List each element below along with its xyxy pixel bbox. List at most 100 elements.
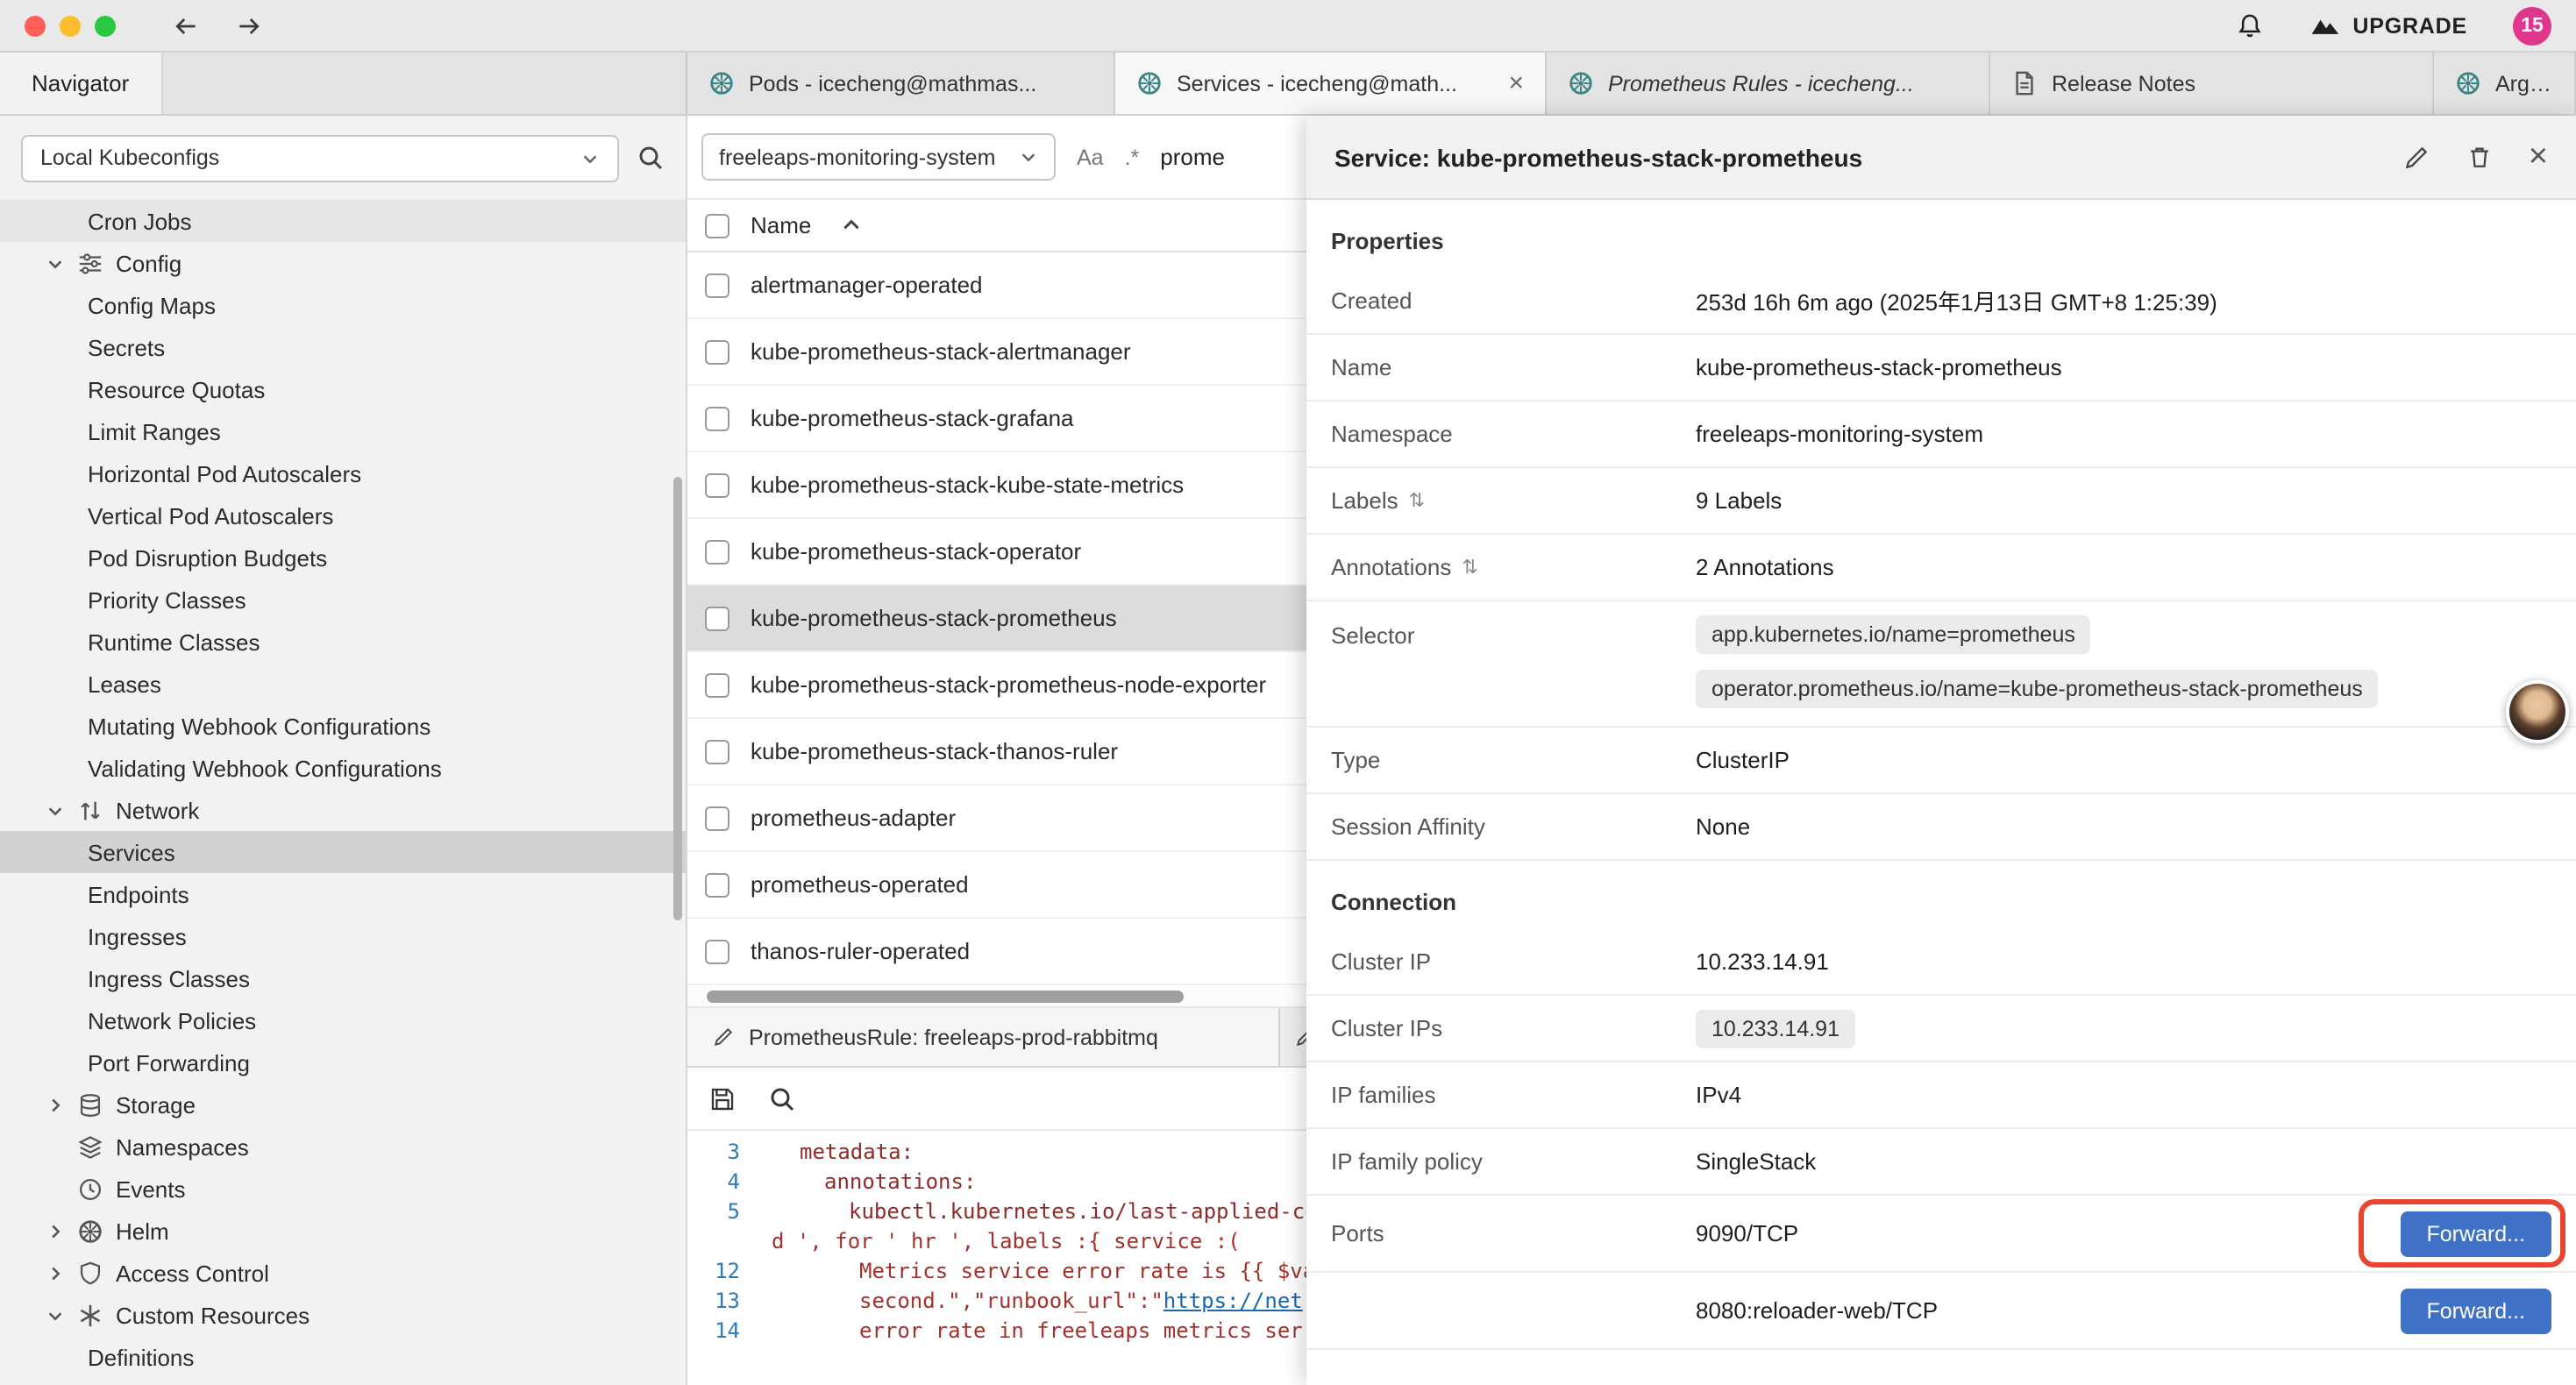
sidebar-item-resource-quotas[interactable]: Resource Quotas <box>0 368 686 410</box>
sidebar-item-secrets[interactable]: Secrets <box>0 326 686 368</box>
tab-pods[interactable]: Pods - icecheng@mathmas... <box>687 53 1115 114</box>
sidebar-item-endpoints[interactable]: Endpoints <box>0 873 686 915</box>
kubeconfig-row: Local Kubeconfigs <box>0 116 686 200</box>
row-checkbox[interactable] <box>705 472 729 497</box>
sidebar-item-helm[interactable]: Helm <box>0 1210 686 1252</box>
chevron-right-icon[interactable] <box>46 1221 65 1240</box>
sidebar-item-priority-classes[interactable]: Priority Classes <box>0 579 686 621</box>
row-checkbox[interactable] <box>705 939 729 963</box>
chevron-right-icon[interactable] <box>46 1095 65 1114</box>
namespace-link[interactable]: freeleaps-monitoring-system <box>1696 421 1983 447</box>
forward-button[interactable]: Forward... <box>2400 1288 2551 1333</box>
close-drawer-icon[interactable]: × <box>2529 140 2548 174</box>
sidebar-item-runtime-classes[interactable]: Runtime Classes <box>0 621 686 663</box>
forward-button[interactable]: Forward... <box>2400 1211 2551 1256</box>
kubeconfig-dropdown[interactable]: Local Kubeconfigs <box>21 134 619 181</box>
edit-pencil-icon <box>712 1026 735 1048</box>
port-link[interactable]: 8080:reloader-web/TCP <box>1696 1297 1938 1324</box>
horizontal-scrollbar-thumb[interactable] <box>707 991 1184 1003</box>
sidebar-item-mutating-webhook-configurations[interactable]: Mutating Webhook Configurations <box>0 705 686 747</box>
delete-trash-icon[interactable] <box>2466 143 2494 171</box>
sidebar-search-icon[interactable] <box>637 144 665 172</box>
sidebar-item-events[interactable]: Events <box>0 1168 686 1210</box>
tab-prometheus-rules[interactable]: Prometheus Rules - icecheng... <box>1547 53 1990 114</box>
sidebar-item-horizontal-pod-autoscalers[interactable]: Horizontal Pod Autoscalers <box>0 452 686 494</box>
minimize-window-button[interactable] <box>60 15 81 36</box>
annotations-value[interactable]: 2 Annotations <box>1696 554 1834 580</box>
sidebar-item-vertical-pod-autoscalers[interactable]: Vertical Pod Autoscalers <box>0 494 686 536</box>
tab-label: Pods - icecheng@mathmas... <box>749 71 1036 96</box>
row-checkbox[interactable] <box>705 672 729 697</box>
close-tab-icon[interactable]: × <box>1508 70 1524 96</box>
sidebar-item-ingress-classes[interactable]: Ingress Classes <box>0 957 686 999</box>
editor-search-icon[interactable] <box>768 1084 796 1112</box>
save-icon[interactable] <box>708 1084 737 1112</box>
namespaces-icon <box>77 1133 103 1160</box>
chevron-down-icon[interactable] <box>46 253 65 273</box>
row-checkbox[interactable] <box>705 539 729 564</box>
chevron-down-icon[interactable] <box>46 800 65 820</box>
sidebar-item-config-maps[interactable]: Config Maps <box>0 284 686 326</box>
name-column-header[interactable]: Name <box>751 212 811 238</box>
upgrade-button[interactable]: UPGRADE <box>2309 13 2467 38</box>
tab-services[interactable]: Services - icecheng@math... × <box>1115 53 1547 114</box>
expand-toggle-icon[interactable]: ⇅ <box>1462 556 1477 579</box>
sidebar-item-pod-disruption-budgets[interactable]: Pod Disruption Budgets <box>0 536 686 579</box>
search-input[interactable]: prome <box>1160 144 1225 170</box>
sidebar-item-namespaces[interactable]: Namespaces <box>0 1126 686 1168</box>
sidebar-item-config[interactable]: Config <box>0 242 686 284</box>
sidebar-item-port-forwarding[interactable]: Port Forwarding <box>0 1041 686 1083</box>
match-case-toggle[interactable]: Aa <box>1077 145 1104 169</box>
row-checkbox[interactable] <box>705 606 729 630</box>
sidebar-item-access-control[interactable]: Access Control <box>0 1252 686 1294</box>
sidebar-item-storage[interactable]: Storage <box>0 1083 686 1126</box>
namespace-label: Namespace <box>1331 421 1453 447</box>
sidebar-item-ingresses[interactable]: Ingresses <box>0 915 686 957</box>
row-checkbox[interactable] <box>705 806 729 830</box>
sidebar-item-validating-webhook-configurations[interactable]: Validating Webhook Configurations <box>0 747 686 789</box>
chevron-right-icon[interactable] <box>46 1263 65 1282</box>
forward-icon[interactable] <box>235 11 263 39</box>
sidebar-item-custom-resources[interactable]: Custom Resources <box>0 1294 686 1336</box>
sidebar-item-network-policies[interactable]: Network Policies <box>0 999 686 1041</box>
namespace-filter-dropdown[interactable]: freeleaps-monitoring-system <box>701 133 1056 181</box>
dock-tab-prometheusrule[interactable]: PrometheusRule: freeleaps-prod-rabbitmq <box>687 1008 1280 1066</box>
expand-toggle-icon[interactable]: ⇅ <box>1409 489 1425 512</box>
service-name: kube-prometheus-stack-alertmanager <box>751 338 1131 365</box>
tab-release-notes[interactable]: Release Notes <box>1990 53 2434 114</box>
sidebar-item-definitions[interactable]: Definitions <box>0 1336 686 1378</box>
row-checkbox[interactable] <box>705 339 729 364</box>
close-window-button[interactable] <box>25 15 46 36</box>
notification-count-badge[interactable]: 15 <box>2513 6 2551 45</box>
row-checkbox[interactable] <box>705 406 729 430</box>
sidebar-item-limit-ranges[interactable]: Limit Ranges <box>0 410 686 452</box>
sidebar-item-network[interactable]: Network <box>0 789 686 831</box>
sidebar-item-cron-jobs[interactable]: Cron Jobs <box>0 200 686 242</box>
kubernetes-icon <box>708 70 735 96</box>
select-all-checkbox[interactable] <box>705 213 729 238</box>
row-checkbox[interactable] <box>705 273 729 297</box>
edit-pencil-icon[interactable] <box>2402 143 2430 171</box>
navigator-header: Navigator <box>0 53 687 114</box>
sort-asc-icon[interactable] <box>839 214 862 237</box>
maximize-window-button[interactable] <box>95 15 116 36</box>
navigator-tab[interactable]: Navigator <box>0 53 162 114</box>
regex-toggle[interactable]: .* <box>1125 145 1140 169</box>
row-checkbox[interactable] <box>705 739 729 764</box>
tab-argo[interactable]: Argo Se <box>2434 53 2576 114</box>
labels-value[interactable]: 9 Labels <box>1696 487 1782 514</box>
chevron-down-icon[interactable] <box>46 1305 65 1325</box>
row-checkbox[interactable] <box>705 872 729 897</box>
port-link[interactable]: 9090/TCP <box>1696 1220 1798 1246</box>
sidebar-scrollbar[interactable] <box>673 477 682 920</box>
sidebar-item-leases[interactable]: Leases <box>0 663 686 705</box>
notifications-bell-icon[interactable] <box>2235 11 2263 39</box>
user-avatar[interactable] <box>2506 680 2569 743</box>
tab-bar: Navigator Pods - icecheng@mathmas... Ser… <box>0 53 2576 116</box>
upgrade-icon <box>2309 14 2340 37</box>
sidebar-item-services[interactable]: Services <box>0 831 686 873</box>
ip-family-policy-label: IP family policy <box>1331 1148 1483 1175</box>
service-name: kube-prometheus-stack-operator <box>751 538 1081 565</box>
service-name: kube-prometheus-stack-grafana <box>751 405 1074 431</box>
back-icon[interactable] <box>172 11 200 39</box>
